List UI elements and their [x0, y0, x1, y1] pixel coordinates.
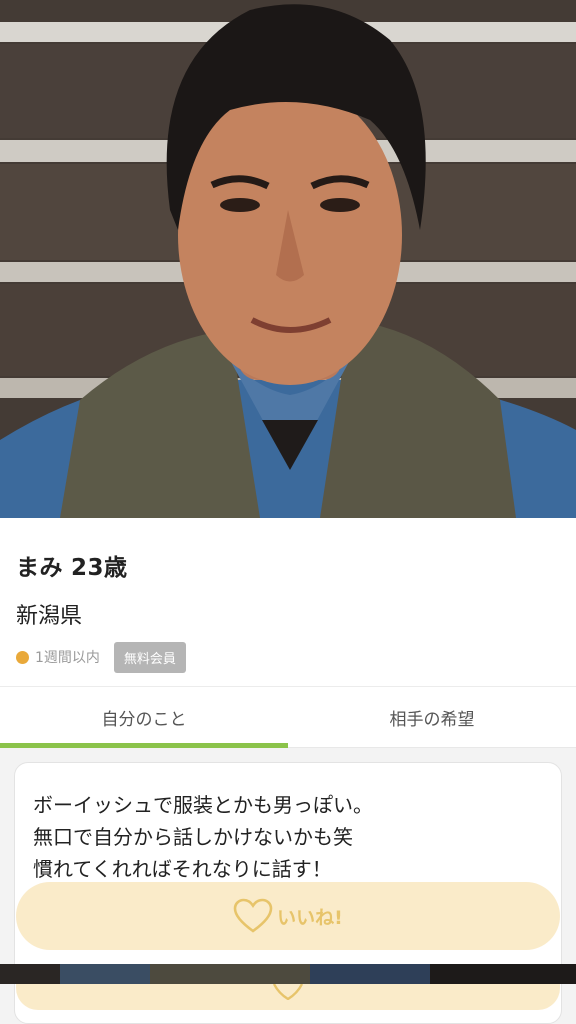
self-intro-text: ボーイッシュで服装とかも男っぽい。 無口で自分から話しかけないかも笑 慣れてくれ… [33, 793, 373, 881]
tab-about-me[interactable]: 自分のこと [0, 687, 288, 748]
profile-age: 23歳 [71, 555, 128, 581]
online-status-dot-icon [16, 650, 29, 664]
heart-outline-icon [233, 898, 273, 933]
last-login-text: 1週間以内 [35, 650, 100, 666]
profile-tabs: 自分のこと 相手の希望 [0, 686, 576, 748]
profile-name: まみ [16, 555, 63, 581]
profile-photo-illustration [0, 0, 576, 518]
member-type-badge: 無料会員 [113, 641, 186, 673]
status-row: 1週間以内 無料会員 [16, 641, 186, 673]
profile-location: 新潟県 [16, 604, 83, 629]
profile-photo[interactable] [0, 0, 576, 518]
like-button[interactable]: いいね! [16, 882, 560, 950]
like-button-label: いいね! [277, 906, 343, 929]
like-button-ghost [16, 984, 560, 1010]
tab-partner-preferences[interactable]: 相手の希望 [288, 687, 576, 747]
heart-fragment-icon [272, 984, 304, 1000]
overlay-glitch-bar [0, 964, 576, 984]
profile-name-age: まみ 23歳 [16, 548, 136, 582]
profile-info: まみ 23歳 新潟県 1週間以内 無料会員 [0, 518, 576, 686]
